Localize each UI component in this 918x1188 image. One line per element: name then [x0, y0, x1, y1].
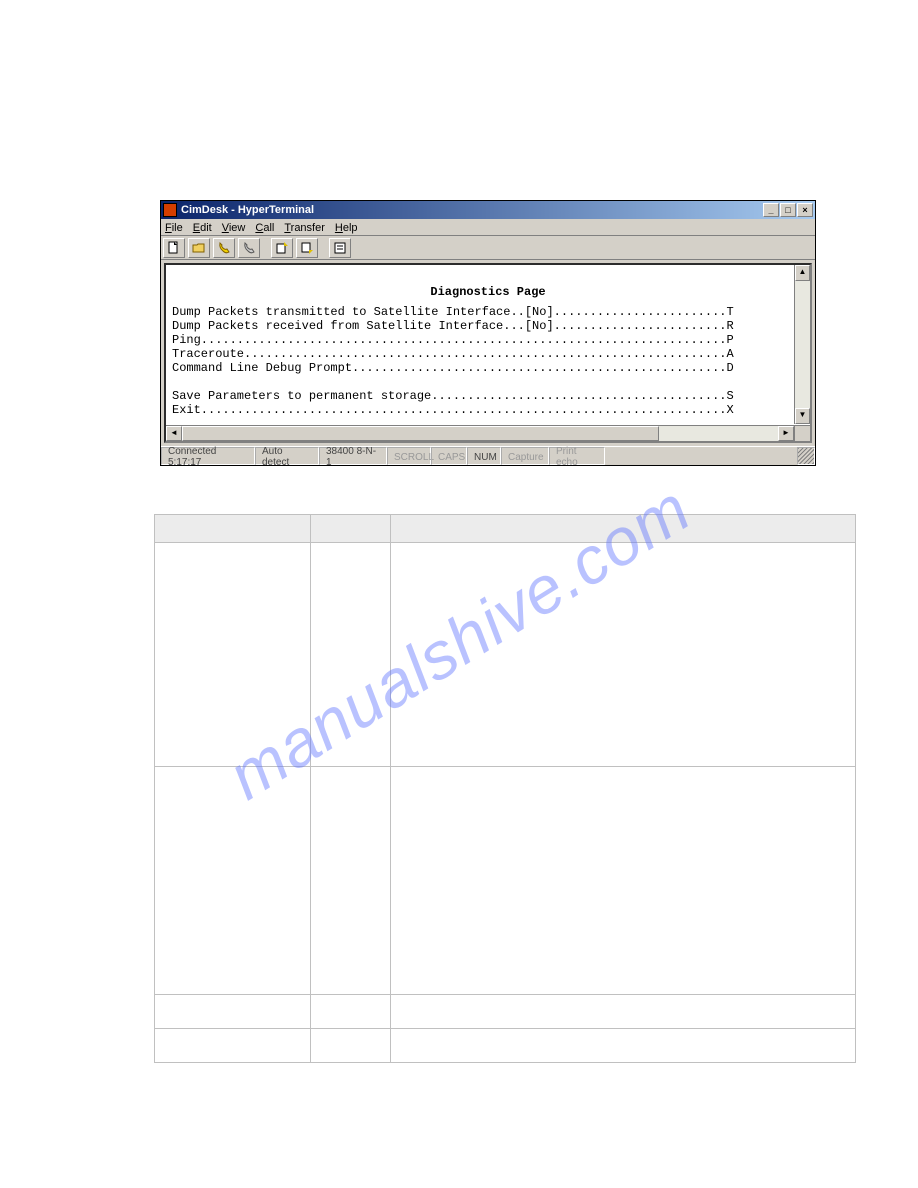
status-printecho: Print echo — [549, 447, 605, 465]
table-row — [155, 767, 856, 995]
table-header-cell — [155, 515, 311, 543]
hscroll-thumb[interactable] — [182, 426, 659, 441]
toolbar-properties-button[interactable] — [329, 238, 351, 258]
menu-edit[interactable]: Edit — [193, 222, 212, 234]
open-icon — [192, 241, 206, 255]
call-icon — [217, 241, 231, 255]
scroll-right-icon[interactable]: ► — [778, 426, 794, 441]
table-header-cell — [391, 515, 856, 543]
scroll-left-icon[interactable]: ◄ — [166, 426, 182, 441]
terminal-content[interactable]: Diagnostics PageDump Packets transmitted… — [166, 265, 810, 441]
resize-grip-icon[interactable] — [797, 447, 815, 465]
minimize-button[interactable]: _ — [763, 203, 779, 217]
toolbar-disconnect-button[interactable] — [238, 238, 260, 258]
toolbar-receive-button[interactable] — [296, 238, 318, 258]
menu-view[interactable]: View — [222, 222, 246, 234]
maximize-button[interactable]: □ — [780, 203, 796, 217]
titlebar[interactable]: CimDesk - HyperTerminal _ □ × — [161, 201, 815, 219]
toolbar-call-button[interactable] — [213, 238, 235, 258]
terminal-line: Dump Packets transmitted to Satellite In… — [172, 305, 734, 319]
scroll-down-icon[interactable]: ▼ — [795, 408, 810, 424]
new-icon — [167, 241, 181, 255]
app-icon — [163, 203, 177, 217]
terminal-line: Command Line Debug Prompt...............… — [172, 361, 734, 375]
properties-icon — [333, 241, 347, 255]
menu-file[interactable]: File — [165, 222, 183, 234]
receive-icon — [300, 241, 314, 255]
statusbar: Connected 5:17:17 Auto detect 38400 8-N-… — [161, 446, 815, 465]
table-row — [155, 995, 856, 1029]
toolbar-new-button[interactable] — [163, 238, 185, 258]
disconnect-icon — [242, 241, 256, 255]
status-capture: Capture — [501, 447, 549, 465]
menu-help[interactable]: Help — [335, 222, 358, 234]
scroll-up-icon[interactable]: ▲ — [795, 265, 810, 281]
terminal-line: Exit....................................… — [172, 403, 734, 417]
send-icon — [275, 241, 289, 255]
toolbar-open-button[interactable] — [188, 238, 210, 258]
table-row — [155, 1029, 856, 1063]
close-button[interactable]: × — [797, 203, 813, 217]
table-row — [155, 543, 856, 767]
status-port: 38400 8-N-1 — [319, 447, 387, 465]
terminal-line: Traceroute..............................… — [172, 347, 734, 361]
hscroll-track[interactable] — [182, 426, 778, 441]
toolbar — [161, 236, 815, 260]
status-detect: Auto detect — [255, 447, 319, 465]
vscroll-track[interactable] — [795, 281, 810, 408]
status-num: NUM — [467, 447, 501, 465]
terminal-line: Save Parameters to permanent storage....… — [172, 389, 734, 403]
scroll-corner — [794, 425, 810, 441]
table-header-cell — [311, 515, 391, 543]
terminal-header: Diagnostics Page — [172, 281, 804, 305]
doc-table — [154, 514, 856, 1063]
menu-call[interactable]: Call — [255, 222, 274, 234]
menu-transfer[interactable]: Transfer — [284, 222, 325, 234]
status-caps: CAPS — [431, 447, 467, 465]
window-title: CimDesk - HyperTerminal — [181, 204, 759, 216]
terminal-area: Diagnostics PageDump Packets transmitted… — [164, 263, 812, 443]
terminal-line: Ping....................................… — [172, 333, 734, 347]
menubar: File Edit View Call Transfer Help — [161, 219, 815, 236]
table-header-row — [155, 515, 856, 543]
terminal-line: Dump Packets received from Satellite Int… — [172, 319, 734, 333]
toolbar-send-button[interactable] — [271, 238, 293, 258]
status-connected: Connected 5:17:17 — [161, 447, 255, 465]
horizontal-scrollbar[interactable]: ◄ ► — [166, 425, 794, 441]
hyperterminal-window: CimDesk - HyperTerminal _ □ × File Edit … — [160, 200, 816, 466]
status-scroll: SCROLL — [387, 447, 431, 465]
vertical-scrollbar[interactable]: ▲ ▼ — [794, 265, 810, 424]
